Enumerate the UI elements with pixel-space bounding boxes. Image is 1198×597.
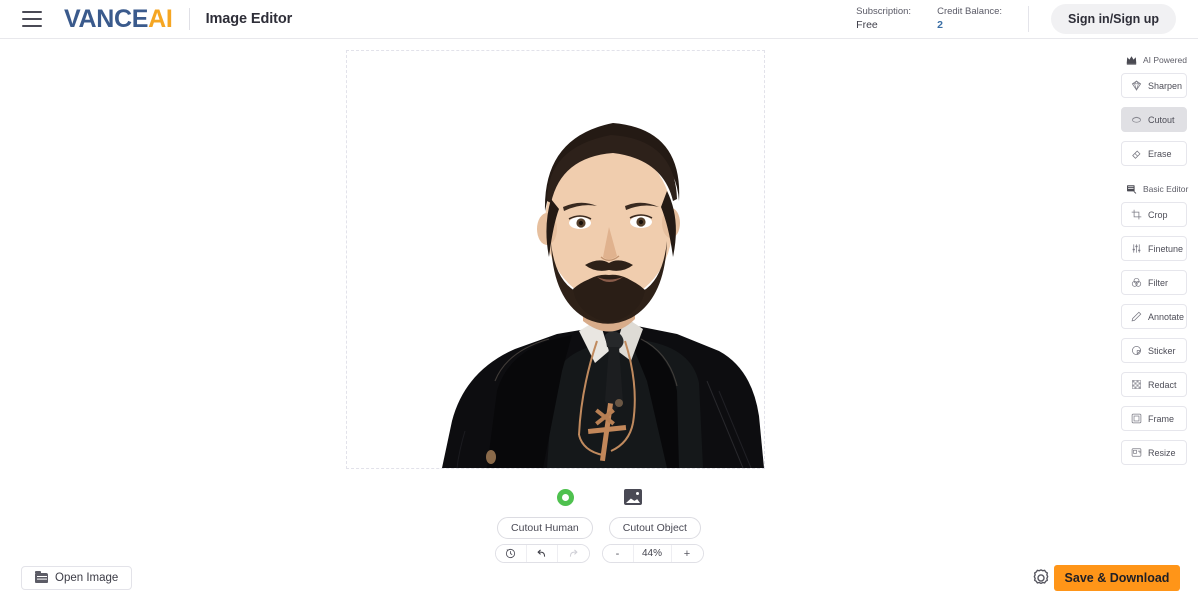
- sticker-icon: [1132, 345, 1142, 355]
- gear-icon: [1033, 569, 1049, 585]
- open-image-button[interactable]: Open Image: [21, 566, 133, 590]
- tool-button-sticker[interactable]: Sticker: [1121, 338, 1187, 363]
- sign-in-sign-up-button[interactable]: Sign in/Sign up: [1051, 4, 1176, 34]
- cutout-human-button[interactable]: Cutout Human: [497, 517, 593, 539]
- portrait-image[interactable]: [347, 51, 764, 468]
- canvas-controls: - 44% +: [0, 544, 1198, 563]
- zoom-in-button[interactable]: +: [671, 545, 703, 562]
- logo-text-vance: VANCE: [64, 4, 149, 33]
- tool-button-redact[interactable]: Redact: [1121, 372, 1187, 397]
- tool-button-cutout[interactable]: Cutout: [1121, 107, 1187, 132]
- cutout-object-icon-col: [599, 484, 667, 510]
- tool-label-redact: Redact: [1148, 379, 1177, 390]
- tool-label-resize: Resize: [1148, 447, 1176, 458]
- reset-glyph: [505, 548, 516, 559]
- cutout-mode-pills: Cutout Human Cutout Object: [0, 517, 1198, 539]
- tool-label-erase: Erase: [1148, 148, 1172, 159]
- tool-button-filter[interactable]: Filter: [1121, 270, 1187, 295]
- tool-label-crop: Crop: [1148, 209, 1168, 220]
- undo-button[interactable]: [526, 545, 558, 562]
- sliders-icon: [1132, 244, 1141, 253]
- crop-icon: [1131, 209, 1142, 220]
- tool-button-frame[interactable]: Frame: [1121, 406, 1187, 431]
- portrait-artwork: [347, 51, 764, 468]
- credit-balance-value[interactable]: 2: [937, 18, 1002, 33]
- credit-balance-info: Credit Balance: 2: [937, 5, 1002, 34]
- image-editor-app: VANCEAI Image Editor Subscription: Free …: [0, 0, 1198, 597]
- eraser-icon: [1132, 150, 1141, 159]
- zoom-out-button[interactable]: -: [602, 545, 634, 562]
- tool-label-sticker: Sticker: [1148, 345, 1176, 356]
- zoom-controls: - 44% +: [601, 544, 704, 563]
- save-and-download-button[interactable]: Save & Download: [1054, 565, 1180, 591]
- tool-label-annotate: Annotate: [1148, 311, 1185, 322]
- reset-history-icon[interactable]: [495, 545, 527, 562]
- header-divider: [188, 8, 190, 30]
- hamburger-menu-icon[interactable]: [22, 11, 42, 27]
- subscription-label: Subscription:: [856, 5, 912, 17]
- tool-button-sharpen[interactable]: Sharpen: [1121, 73, 1187, 98]
- image-icon[interactable]: [624, 484, 642, 510]
- header-right-group: Subscription: Free Credit Balance: 2 Sig…: [856, 0, 1198, 38]
- logo-text-ai: AI: [148, 4, 173, 33]
- app-header: VANCEAI Image Editor Subscription: Free …: [0, 0, 1198, 39]
- zoom-level-value: 44%: [633, 545, 672, 562]
- tool-label-sharpen: Sharpen: [1148, 80, 1183, 91]
- pencil-icon: [1131, 311, 1142, 322]
- crown-icon: [1126, 56, 1137, 65]
- header-separator: [1028, 6, 1030, 32]
- page-title: Image Editor: [205, 11, 293, 27]
- settings-button[interactable]: [1030, 567, 1052, 589]
- tool-label-frame: Frame: [1148, 413, 1175, 424]
- diamond-icon: [1131, 80, 1142, 91]
- editor-icon: [1127, 185, 1137, 194]
- frame-icon: [1131, 413, 1142, 424]
- redo-button: [557, 545, 589, 562]
- tools-section-header-basic: Basic Editor: [1110, 179, 1198, 199]
- cutout-mode-icons: [0, 484, 1198, 510]
- redact-icon: [1132, 380, 1141, 389]
- person-ring-icon[interactable]: [556, 484, 574, 510]
- tool-button-erase[interactable]: Erase: [1121, 141, 1187, 166]
- filter-icon: [1131, 277, 1142, 287]
- tools-section-label-basic: Basic Editor: [1143, 184, 1189, 194]
- folder-icon: [35, 570, 48, 583]
- tools-sidebar: AI Powered Sharpen Cutout Erase Basic Ed…: [1110, 50, 1198, 474]
- resize-icon: [1131, 448, 1142, 457]
- subscription-value: Free: [856, 19, 878, 32]
- credit-balance-label: Credit Balance:: [937, 5, 1003, 17]
- tool-button-crop[interactable]: Crop: [1121, 202, 1187, 227]
- cutout-object-button[interactable]: Cutout Object: [608, 517, 701, 539]
- tool-button-finetune[interactable]: Finetune: [1121, 236, 1187, 261]
- redo-icon: [569, 549, 577, 557]
- subscription-info: Subscription: Free: [856, 5, 911, 34]
- history-controls: [494, 544, 590, 563]
- open-image-label: Open Image: [55, 572, 119, 584]
- vanceai-logo[interactable]: VANCEAI: [64, 4, 173, 33]
- tool-label-cutout: Cutout: [1148, 114, 1175, 125]
- tool-label-finetune: Finetune: [1148, 243, 1184, 254]
- cutout-human-icon-col: [531, 484, 599, 510]
- cutout-icon: [1131, 116, 1142, 123]
- tools-section-header-ai: AI Powered: [1110, 50, 1198, 70]
- tools-section-label-ai: AI Powered: [1143, 55, 1187, 65]
- undo-icon: [537, 549, 546, 557]
- tool-button-resize[interactable]: Resize: [1121, 440, 1187, 465]
- tool-button-annotate[interactable]: Annotate: [1121, 304, 1187, 329]
- tool-label-filter: Filter: [1148, 277, 1168, 288]
- image-canvas[interactable]: [346, 50, 765, 469]
